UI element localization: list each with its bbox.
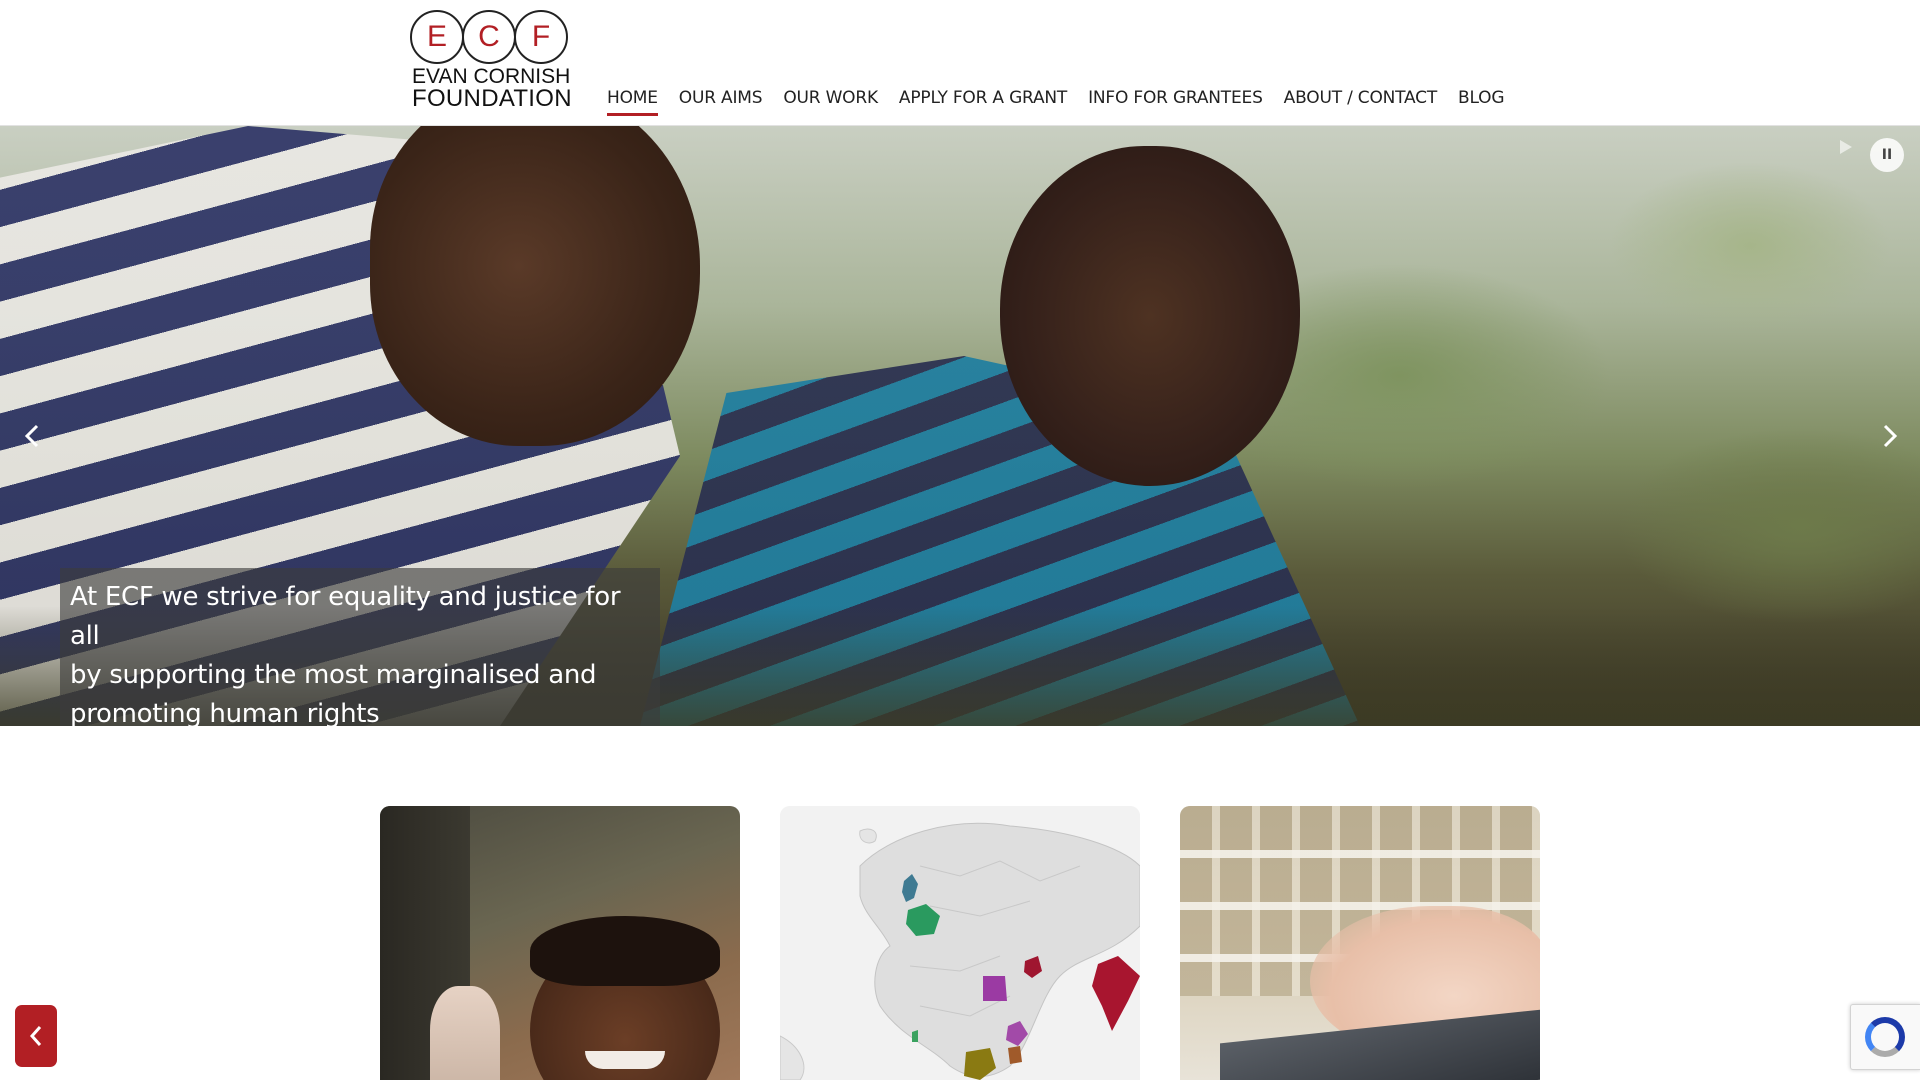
map-country-ghana: [912, 1030, 918, 1042]
hero-caption-line: by supporting the most marginalised and: [70, 660, 597, 690]
pause-icon: II: [1881, 147, 1893, 163]
hero-caption-line: At ECF we strive for equality and justic…: [70, 582, 621, 651]
card-photo-smile: [585, 1051, 665, 1069]
logo-letter-f: F: [514, 10, 568, 64]
recaptcha-icon: [1865, 1017, 1905, 1057]
nav-info-for-grantees[interactable]: INFO FOR GRANTEES: [1088, 88, 1263, 112]
chevron-left-icon: [24, 424, 39, 448]
site-header: E C F EVAN CORNISH FOUNDATION HOME OUR A…: [0, 0, 1920, 126]
main-nav: HOME OUR AIMS OUR WORK APPLY FOR A GRANT…: [607, 88, 1525, 116]
map-country-egypt: [983, 976, 1007, 1001]
world-map-image: [780, 806, 1140, 1080]
play-icon[interactable]: [1840, 140, 1852, 154]
nav-blog[interactable]: BLOG: [1458, 88, 1504, 112]
hero-caption-line: promoting human rights: [70, 699, 380, 726]
recaptcha-badge[interactable]: [1850, 1004, 1920, 1070]
hero-caption: At ECF we strive for equality and justic…: [60, 568, 660, 726]
nav-apply-for-a-grant[interactable]: APPLY FOR A GRANT: [899, 88, 1067, 112]
logo-text-line2: FOUNDATION: [412, 85, 572, 112]
card-photo-background-person: [430, 986, 500, 1080]
hero-photo-head-right: [1000, 146, 1300, 486]
map-country-tanzania: [1008, 1046, 1022, 1064]
slider-controls: II: [1830, 136, 1910, 176]
back-button[interactable]: [15, 1005, 57, 1067]
pause-button[interactable]: II: [1870, 138, 1904, 172]
logo[interactable]: E C F EVAN CORNISH FOUNDATION: [410, 10, 572, 112]
logo-letter-c: C: [462, 10, 516, 64]
chevron-right-icon: [1883, 424, 1898, 448]
logo-circles: E C F: [410, 10, 570, 64]
hero-photo-head-left: [370, 126, 700, 446]
nav-home[interactable]: HOME: [607, 88, 658, 116]
logo-letter-e: E: [410, 10, 464, 64]
card-photo-laptop[interactable]: [1180, 806, 1540, 1080]
nav-our-work[interactable]: OUR WORK: [783, 88, 878, 112]
hero-slider: At ECF we strive for equality and justic…: [0, 126, 1920, 726]
nav-about-contact[interactable]: ABOUT / CONTACT: [1284, 88, 1438, 112]
chevron-left-icon: [29, 1026, 42, 1046]
nav-our-aims[interactable]: OUR AIMS: [679, 88, 763, 112]
slider-next-button[interactable]: [1870, 416, 1910, 466]
slider-prev-button[interactable]: [12, 416, 52, 466]
card-photo-hair: [530, 916, 720, 986]
card-photo-girl[interactable]: [380, 806, 740, 1080]
card-world-map[interactable]: [780, 806, 1140, 1080]
